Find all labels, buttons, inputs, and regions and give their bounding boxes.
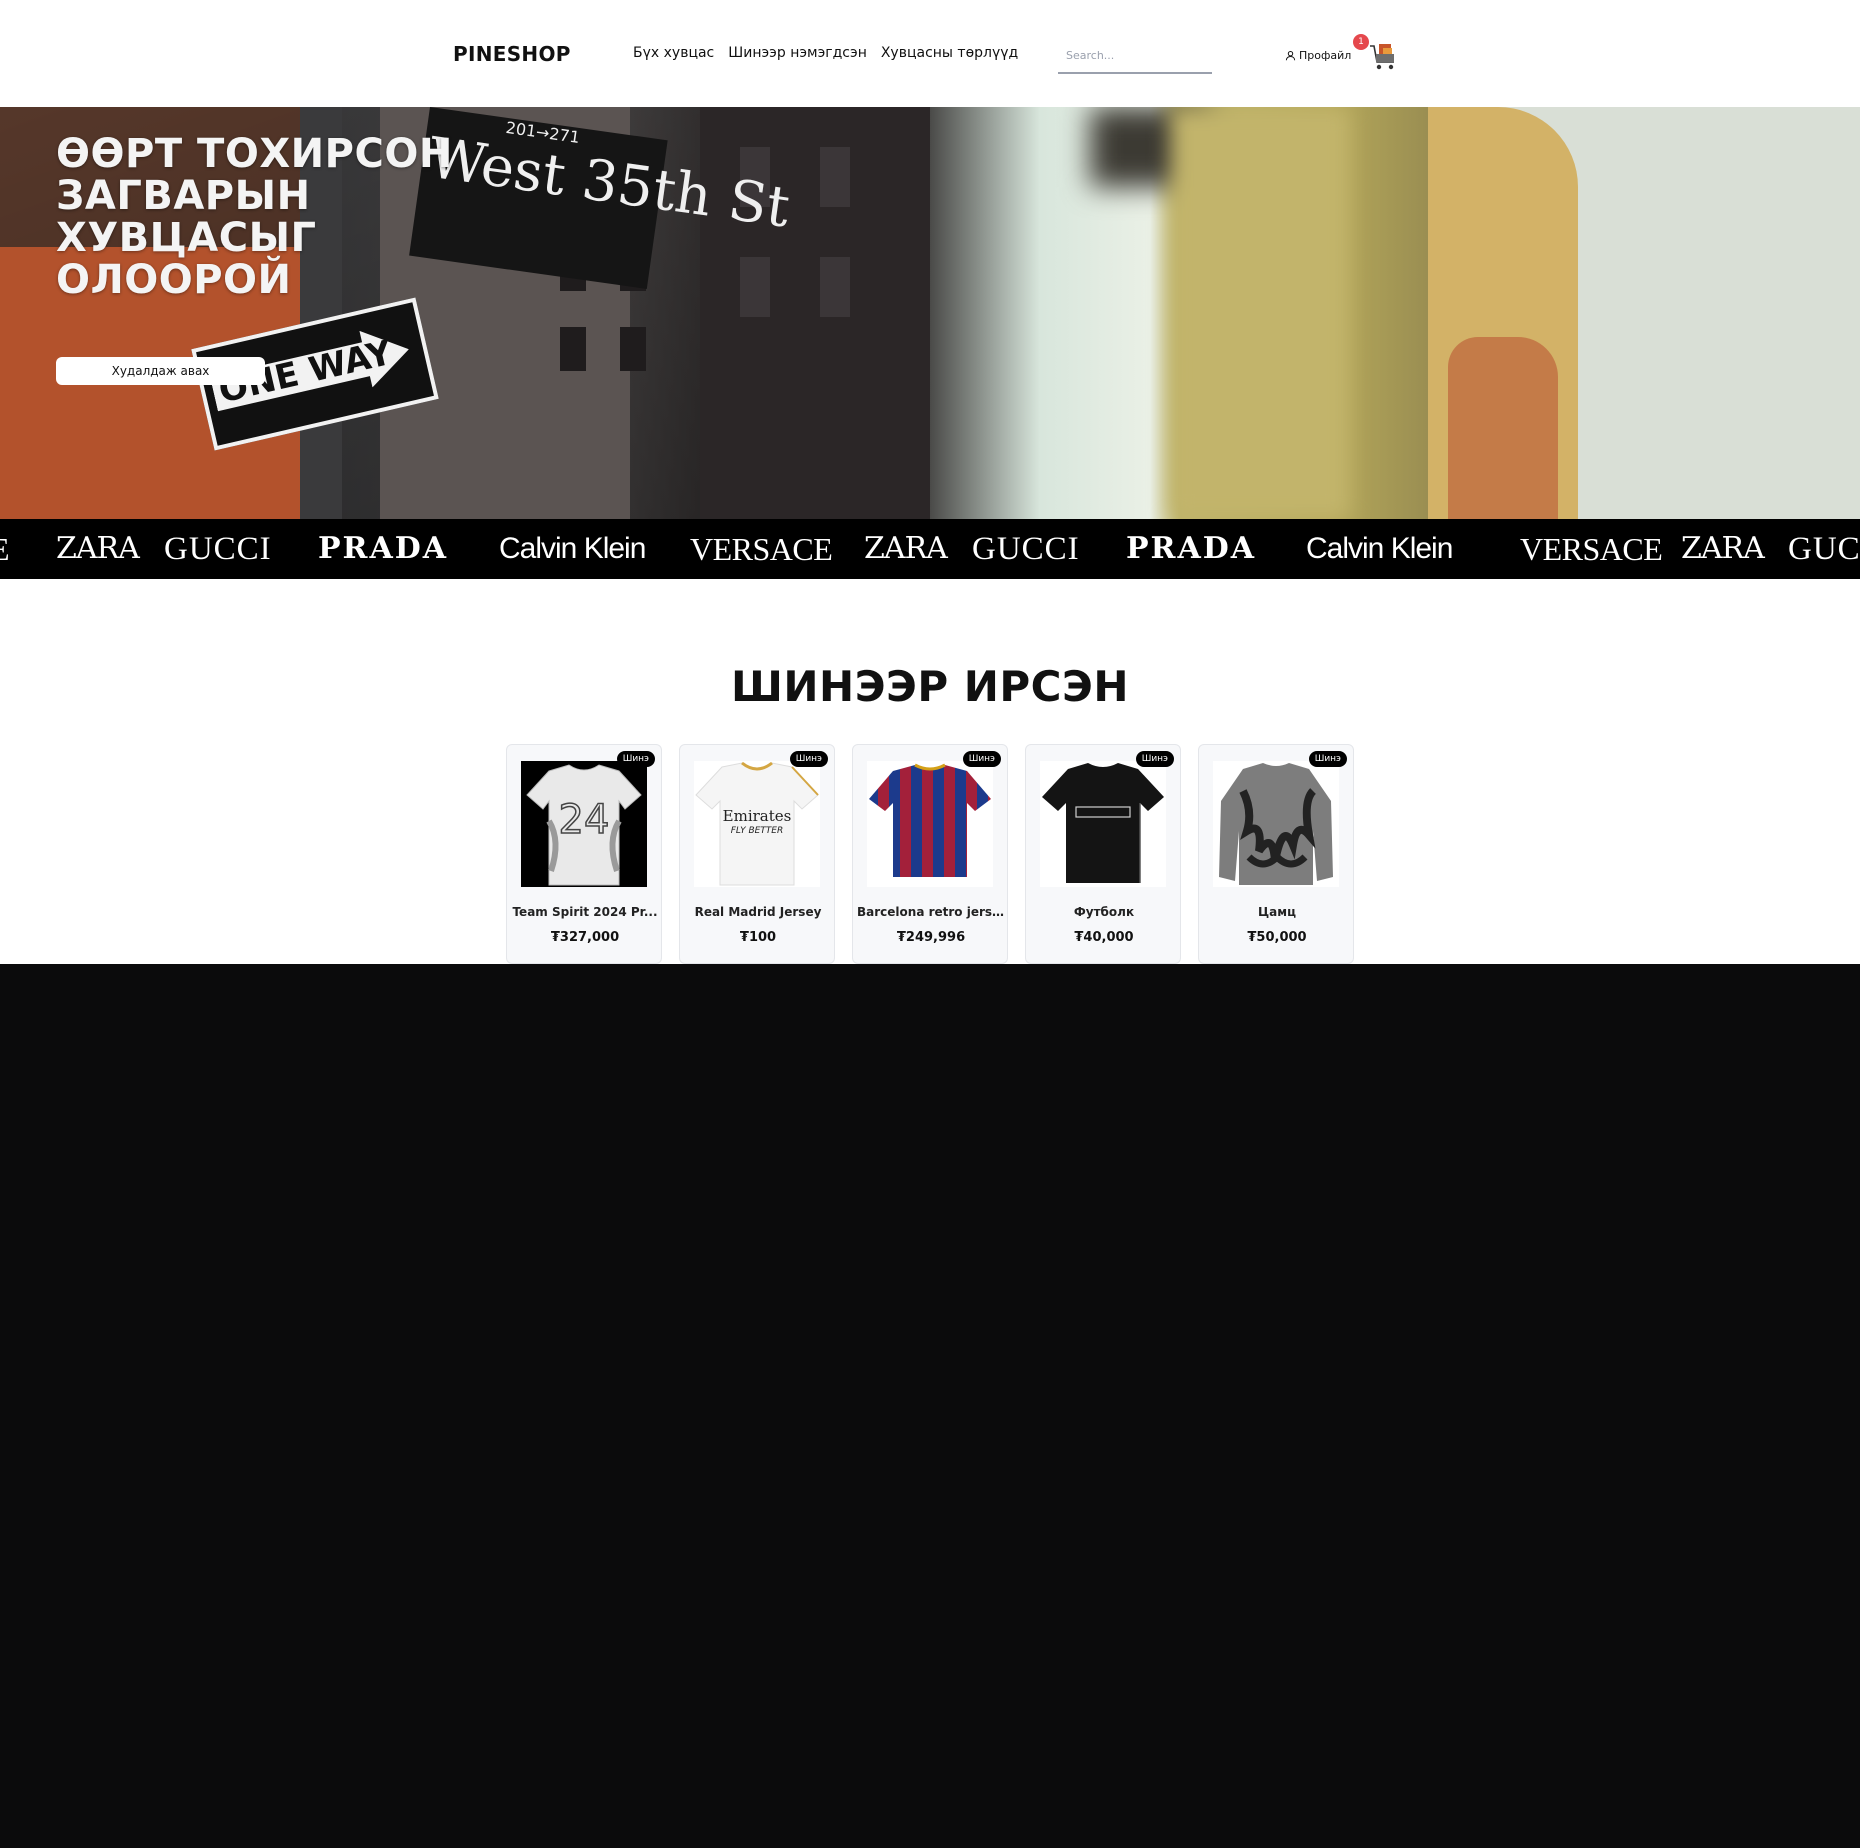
brand-logo-prada: PRADA [318,531,449,566]
svg-text:24: 24 [559,797,610,843]
site-header: PINESHOP Бүх хувцас Шинээр нэмэгдсэн Хув… [0,0,1860,107]
jersey-image: Emirates FLY BETTER [695,761,819,886]
hero-model-arm-image [1428,107,1860,519]
brand-logo-calvin-klein: Calvin Klein [499,532,646,565]
brand-logo-versace: VERSACE [690,531,833,567]
product-name: Футболк [1073,905,1135,919]
product-name: Real Madrid Jersey [694,905,822,919]
product-image [1040,761,1166,887]
brand-logo-gucci: GUCCI [164,531,272,567]
cart-count-badge: 1 [1353,34,1369,50]
new-badge: Шинэ [616,751,655,767]
product-card[interactable]: Шинэ Barcelona retro jers... ₮249,996 [852,744,1008,964]
brand-logo-gucci: GUCC [1788,531,1860,567]
brand-logo-zara: ZARA [1681,531,1765,566]
brand-logo: E [0,531,10,567]
brand-logo-zara: ZARA [864,531,948,566]
new-badge: Шинэ [789,751,828,767]
hero-model-image [930,107,1428,519]
hero-arm [1448,337,1558,519]
tshirt-image [1042,763,1164,883]
product-name: Цамц [1258,905,1296,919]
sweater-image [1219,763,1333,885]
brand-logo-versace: VERSACE [1520,531,1663,567]
new-badge: Шинэ [1135,751,1174,767]
svg-text:FLY BETTER: FLY BETTER [731,826,783,836]
hero-window [820,147,850,207]
product-name: Barcelona retro jers... [857,905,1005,919]
new-badge: Шинэ [962,751,1001,767]
product-grid: 24 Шинэ Team Spirit 2024 Pr... ₮327,000 … [506,744,1354,964]
shop-now-button[interactable]: Худалдаж авах [56,357,265,385]
product-price: ₮40,000 [1074,930,1134,945]
profile-label: Профайл [1299,49,1352,62]
user-icon [1285,50,1296,61]
shopping-cart-icon[interactable] [1369,40,1397,74]
hero-window [620,327,646,371]
brand-logo-gucci: GUCCI [972,531,1080,567]
product-price: ₮100 [739,930,777,945]
profile-link[interactable]: Профайл [1285,49,1351,62]
brand-logo-zara: ZARA [56,531,140,566]
product-price: ₮249,996 [896,930,966,945]
search-input[interactable] [1058,38,1212,74]
footer [0,964,1860,1848]
nav-categories[interactable]: Хувцасны төрлүүд [881,45,1018,61]
main-nav: Бүх хувцас Шинээр нэмэгдсэн Хувцасны төр… [633,45,1018,61]
nav-all-clothes[interactable]: Бүх хувцас [633,45,714,61]
hero-window [740,257,770,317]
product-image: 24 [521,761,647,887]
product-card[interactable]: Шинэ Футболк ₮40,000 [1025,744,1181,964]
nav-new-arrivals[interactable]: Шинээр нэмэгдсэн [728,45,867,61]
product-price: ₮327,000 [550,930,620,945]
brand-logo-calvin-klein: Calvin Klein [1306,532,1453,565]
product-card[interactable]: 24 Шинэ Team Spirit 2024 Pr... ₮327,000 [506,744,662,964]
hero-title: ӨӨРТ ТОХИРСОН ЗАГВАРЫН ХУВЦАСЫГ ОЛООРОЙ [56,131,453,303]
jersey-image [869,763,991,877]
svg-text:Emirates: Emirates [723,807,792,825]
product-image [867,761,993,887]
site-logo[interactable]: PINESHOP [453,42,571,66]
product-price: ₮50,000 [1247,930,1307,945]
product-name: Team Spirit 2024 Pr... [512,905,658,919]
product-image: Emirates FLY BETTER [694,761,820,887]
product-card[interactable]: Emirates FLY BETTER Шинэ Real Madrid Jer… [679,744,835,964]
new-badge: Шинэ [1308,751,1347,767]
brand-logo-prada: PRADA [1126,531,1257,566]
product-image [1213,761,1339,887]
hero-blur-shirt [1170,107,1350,519]
hero-window [820,257,850,317]
new-arrivals-title: ШИНЭЭР ИРСЭН [731,662,1129,711]
hero-banner: 201→271 West 35th St ONE WAY ӨӨРТ ТОХИРС… [0,107,1860,519]
hero-window [560,327,586,371]
product-card[interactable]: Шинэ Цамц ₮50,000 [1198,744,1354,964]
jersey-image: 24 [526,764,642,886]
brand-marquee: E ZARA GUCCI PRADA Calvin Klein VERSACE … [0,519,1860,579]
